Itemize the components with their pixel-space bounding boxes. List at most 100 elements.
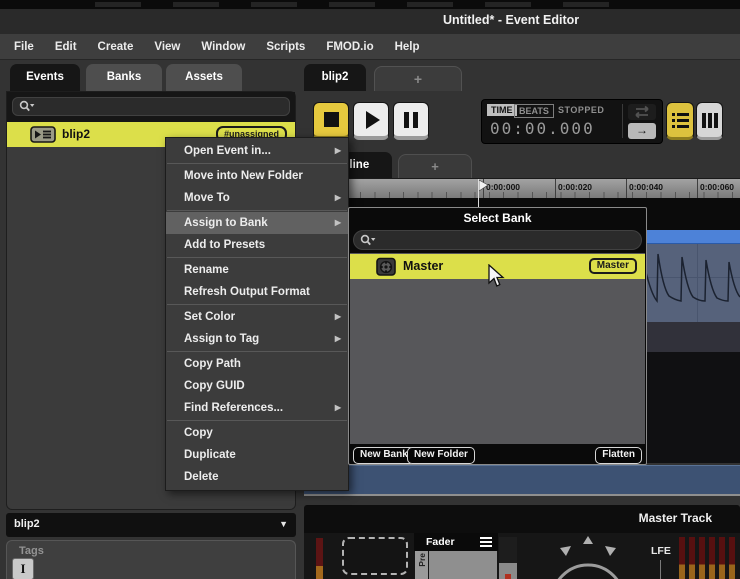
timeline-ruler[interactable]: 0:00:000 0:00:020 0:00:040 0:00:060	[304, 178, 740, 199]
tags-panel: Tags I	[6, 540, 296, 579]
menu-item-copy-guid[interactable]: Copy GUID	[166, 375, 348, 397]
submenu-arrow-icon: ▶	[334, 146, 341, 155]
menu-file[interactable]: File	[14, 41, 34, 53]
meter-bar5	[719, 537, 725, 579]
list-view-icon	[671, 112, 689, 116]
bank-search-input[interactable]	[353, 230, 642, 250]
tags-label: Tags	[19, 545, 44, 557]
selected-event-label: blip2	[14, 518, 40, 530]
event-selector-bar[interactable]: blip2 ▼	[6, 513, 296, 537]
menu-item-copy[interactable]: Copy	[166, 422, 348, 444]
new-bank-button[interactable]: New Bank	[353, 447, 415, 464]
menu-fmodio[interactable]: FMOD.io	[326, 41, 373, 53]
menu-item-find-references[interactable]: Find References... ▶	[166, 397, 348, 419]
lfe-tick	[660, 560, 661, 579]
loop-playback-button[interactable]	[628, 104, 656, 120]
menu-item-move-into-new-folder[interactable]: Move into New Folder	[166, 165, 348, 187]
master-track-label: Master Track	[638, 511, 712, 525]
menu-item-refresh-output-format[interactable]: Refresh Output Format	[166, 281, 348, 303]
fader-body[interactable]	[429, 551, 497, 579]
fader-module-header[interactable]: Fader	[414, 533, 498, 551]
new-folder-button[interactable]: New Folder	[407, 447, 475, 464]
menu-item-delete[interactable]: Delete	[166, 466, 348, 488]
event-context-menu: Open Event in... ▶ Move into New Folder M…	[165, 137, 349, 491]
menu-item-move-to[interactable]: Move To ▶	[166, 187, 348, 209]
overview-scroll-bar[interactable]	[304, 465, 740, 496]
playback-time: 00:00.000	[490, 119, 595, 138]
tab-events[interactable]: Events	[10, 64, 80, 91]
play-icon	[366, 110, 380, 129]
hamburger-menu-icon[interactable]	[480, 537, 492, 547]
chevron-down-icon: ▼	[279, 519, 288, 529]
ruler-tick3	[626, 179, 627, 199]
text-cursor-icon[interactable]: I	[12, 558, 34, 579]
menu-separator	[167, 163, 347, 164]
new-timeline-tab-button[interactable]: +	[398, 154, 472, 178]
master-track-header[interactable]: Master Track	[304, 505, 740, 533]
window-title: Untitled* - Event Editor	[443, 13, 580, 27]
meter-bar3	[699, 537, 705, 579]
select-bank-popup: Select Bank Master Master New Bank New F…	[348, 207, 647, 465]
beats-mode-toggle[interactable]: BEATS	[514, 104, 554, 118]
menu-bar: File Edit Create View Window Scripts FMO…	[0, 34, 740, 60]
empty-effect-slot[interactable]	[342, 537, 408, 575]
bank-icon	[376, 257, 396, 276]
menu-window[interactable]: Window	[201, 41, 245, 53]
new-event-tab-button[interactable]: +	[374, 66, 462, 91]
pause-button[interactable]	[393, 102, 429, 140]
menu-view[interactable]: View	[154, 41, 180, 53]
ruler-tick2	[555, 179, 556, 199]
menu-item-set-color[interactable]: Set Color ▶	[166, 306, 348, 328]
knob-left-marker-icon	[560, 546, 571, 556]
column-view-icon	[701, 112, 706, 128]
menu-scripts[interactable]: Scripts	[266, 41, 305, 53]
time-mode-toggle[interactable]: TIME	[487, 104, 517, 116]
menu-item-add-to-presets[interactable]: Add to Presets	[166, 234, 348, 256]
screen-edge-artifacts	[95, 2, 615, 7]
stop-button[interactable]	[313, 102, 349, 140]
list-view-icon-row	[671, 118, 689, 122]
menu-separator	[167, 420, 347, 421]
column-view-icon-bar2	[713, 112, 718, 128]
knob-top-marker-icon	[583, 536, 593, 544]
stop-icon	[323, 112, 339, 127]
menu-item-rename[interactable]: Rename	[166, 259, 348, 281]
title-bar: Untitled* - Event Editor	[0, 9, 740, 34]
submenu-arrow-icon: ▶	[334, 403, 341, 412]
flatten-button[interactable]: Flatten	[595, 447, 642, 464]
menu-help[interactable]: Help	[395, 41, 420, 53]
play-button[interactable]	[353, 102, 389, 140]
follow-playhead-button[interactable]: →	[628, 123, 656, 139]
pause-icon	[404, 111, 409, 128]
playhead-flag-icon[interactable]	[479, 180, 489, 193]
popup-footer: New Bank New Folder Flatten	[349, 445, 646, 465]
meter-bar	[679, 537, 685, 579]
menu-separator	[167, 351, 347, 352]
menu-item-open-event-in[interactable]: Open Event in... ▶	[166, 140, 348, 162]
menu-item-duplicate[interactable]: Duplicate	[166, 444, 348, 466]
menu-item-copy-path[interactable]: Copy Path	[166, 353, 348, 375]
knob-right-marker-icon	[605, 546, 616, 556]
master-track-deck: Fader Pre LFE	[304, 533, 740, 579]
ruler-label-20: 0:00:020	[558, 182, 593, 192]
lanes-view-button[interactable]	[696, 102, 723, 140]
menu-edit[interactable]: Edit	[55, 41, 77, 53]
fader-pre-tab[interactable]: Pre	[415, 551, 428, 579]
event-editor-tab[interactable]: blip2	[304, 64, 366, 91]
deck-module-red-indicator	[505, 574, 511, 579]
pan-knob[interactable]	[549, 533, 627, 579]
lfe-label: LFE	[651, 545, 671, 557]
menu-item-assign-to-bank[interactable]: Assign to Bank ▶	[166, 212, 348, 234]
menu-item-assign-to-tag[interactable]: Assign to Tag ▶	[166, 328, 348, 350]
ruler-label-0: 0:00:000	[486, 182, 521, 192]
menu-create[interactable]: Create	[98, 41, 134, 53]
column-view-icon-bar	[707, 112, 712, 128]
master-bank-badge: Master	[588, 258, 637, 274]
playback-status: STOPPED	[558, 105, 605, 115]
tab-assets[interactable]: Assets	[166, 64, 242, 91]
submenu-arrow-icon: ▶	[334, 193, 341, 202]
tab-banks[interactable]: Banks	[86, 64, 162, 91]
tracks-view-button[interactable]	[666, 102, 694, 140]
event-2d-icon	[30, 126, 56, 143]
events-search-input[interactable]	[12, 97, 290, 116]
